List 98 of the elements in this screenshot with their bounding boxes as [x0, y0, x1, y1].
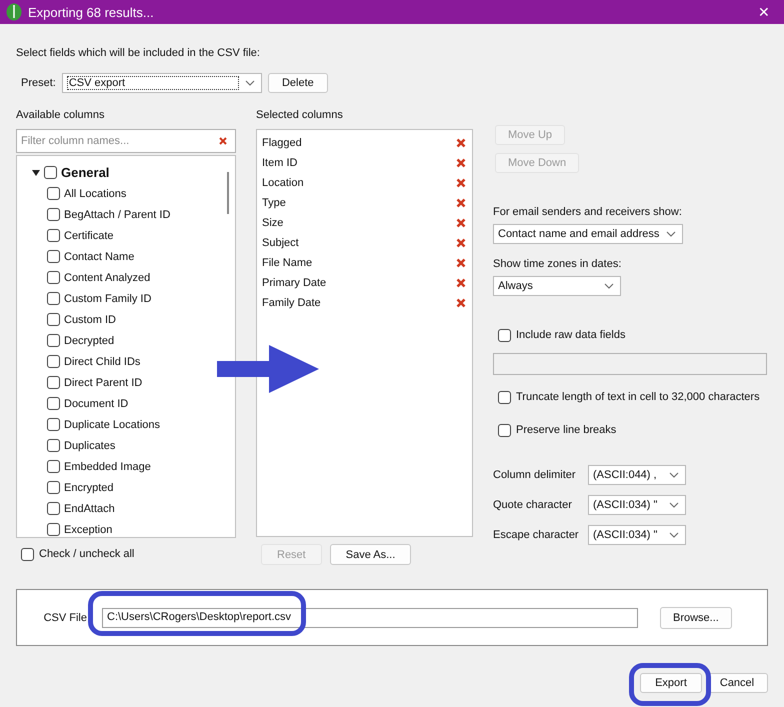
chevron-down-icon: [666, 231, 676, 237]
checkbox[interactable]: [44, 166, 57, 179]
raw-data-label[interactable]: Include raw data fields: [516, 329, 626, 341]
remove-icon[interactable]: [456, 198, 466, 208]
list-item[interactable]: Primary Date: [262, 277, 326, 289]
list-item[interactable]: Size: [262, 217, 284, 229]
checkbox[interactable]: [47, 292, 60, 305]
tree-item-label[interactable]: Direct Parent ID: [64, 376, 142, 388]
remove-icon[interactable]: [456, 258, 466, 268]
checkbox[interactable]: [498, 390, 511, 404]
list-item[interactable]: Family Date: [262, 297, 321, 309]
caret-icon[interactable]: [32, 170, 40, 176]
tree-item-label[interactable]: Direct Child IDs: [64, 356, 140, 368]
checkbox[interactable]: [47, 376, 60, 389]
chevron-down-icon: [669, 472, 679, 478]
tree-item-label[interactable]: All Locations: [64, 188, 126, 200]
tree-item-label[interactable]: Duplicates: [64, 440, 116, 452]
preset-label: Preset:: [21, 77, 56, 89]
checkbox[interactable]: [47, 481, 60, 494]
chevron-down-icon: [669, 502, 679, 508]
instruction-text: Select fields which will be included in the CSV file:: [16, 47, 261, 61]
delimiter-dropdown[interactable]: (ASCII:044) ,: [588, 465, 686, 485]
chevron-down-icon: [244, 80, 255, 86]
checkbox[interactable]: [47, 397, 60, 410]
checkbox[interactable]: [47, 502, 60, 515]
selected-columns-label: Selected columns: [256, 109, 344, 123]
time-zones-dropdown[interactable]: Always: [493, 276, 621, 296]
remove-icon[interactable]: [456, 298, 466, 308]
list-item[interactable]: Location: [262, 177, 304, 189]
chevron-down-icon: [669, 532, 679, 538]
checkbox[interactable]: [47, 439, 60, 452]
tree-item-label[interactable]: Certificate: [64, 230, 114, 242]
chevron-down-icon: [604, 283, 614, 289]
close-button[interactable]: ✕: [750, 4, 778, 20]
clear-icon[interactable]: [219, 137, 227, 145]
checkbox[interactable]: [47, 355, 60, 368]
checkbox[interactable]: [47, 418, 60, 431]
remove-icon[interactable]: [456, 218, 466, 228]
checkbox[interactable]: [47, 208, 60, 221]
tree-item-label[interactable]: EndAttach: [64, 502, 115, 514]
available-columns-label: Available columns: [16, 109, 106, 123]
tree-item-label[interactable]: Embedded Image: [64, 460, 151, 472]
checkbox[interactable]: [21, 548, 34, 560]
delete-button[interactable]: Delete: [268, 73, 328, 93]
arrow-icon: [217, 345, 319, 393]
tree-item-label[interactable]: Exception: [64, 524, 112, 536]
app-icon: [6, 3, 22, 21]
delimiter-label: Quote character: [493, 499, 573, 511]
checkbox[interactable]: [47, 250, 60, 263]
tree-item-label[interactable]: Duplicate Locations: [64, 418, 160, 430]
remove-icon[interactable]: [456, 158, 466, 168]
remove-icon[interactable]: [456, 138, 466, 148]
checkbox[interactable]: [47, 229, 60, 242]
window-title: Exporting 68 results...: [28, 4, 155, 20]
checkbox[interactable]: [47, 523, 60, 536]
checkbox[interactable]: [47, 313, 60, 326]
checkbox[interactable]: [498, 328, 511, 342]
filter-field[interactable]: Filter column names...: [16, 129, 236, 153]
tree-item-label[interactable]: Document ID: [64, 398, 128, 410]
tree-item-label[interactable]: Contact Name: [64, 250, 134, 262]
delimiter-label: Column delimiter: [493, 469, 577, 481]
list-item[interactable]: Item ID: [262, 157, 298, 169]
tree-item-label[interactable]: Custom Family ID: [64, 292, 152, 304]
delimiter-dropdown[interactable]: (ASCII:034) ": [588, 495, 686, 515]
tree-item-label[interactable]: BegAttach / Parent ID: [64, 208, 170, 220]
file-path-field[interactable]: C:\Users\CRogers\Desktop\report.csv: [102, 608, 638, 628]
remove-icon[interactable]: [456, 278, 466, 288]
tree-item-label[interactable]: Content Analyzed: [64, 272, 150, 284]
save-as-button[interactable]: Save As...: [330, 544, 412, 565]
tree-item-label[interactable]: Decrypted: [64, 334, 114, 346]
list-item[interactable]: Subject: [262, 237, 299, 249]
list-item[interactable]: File Name: [262, 257, 312, 269]
list-item[interactable]: Flagged: [262, 137, 302, 149]
email-label: For email senders and receivers show:: [493, 206, 683, 220]
delimiter-label: Escape character: [493, 529, 580, 541]
truncate-label[interactable]: Truncate length of text in cell to 32,000 characters: [516, 391, 760, 403]
email-display-dropdown[interactable]: Contact name and email address: [493, 224, 683, 244]
raw-fields-input[interactable]: [493, 353, 767, 375]
remove-icon[interactable]: [456, 178, 466, 188]
checkbox[interactable]: [47, 334, 60, 347]
scrollbar-thumb[interactable]: [227, 172, 229, 214]
delimiter-dropdown[interactable]: (ASCII:034) ": [588, 525, 686, 545]
remove-icon[interactable]: [456, 238, 466, 248]
line-breaks-label[interactable]: Preserve line breaks: [516, 424, 616, 436]
list-item[interactable]: Type: [262, 197, 286, 209]
preset-dropdown[interactable]: CSV export: [62, 73, 262, 93]
tree-item-label[interactable]: Encrypted: [64, 482, 114, 494]
tree-item-label[interactable]: Custom ID: [64, 314, 116, 326]
checkbox[interactable]: [47, 271, 60, 284]
check-all-label[interactable]: Check / uncheck all: [39, 548, 134, 560]
browse-button[interactable]: Browse...: [660, 606, 732, 628]
checkbox[interactable]: [47, 460, 60, 473]
tree-group-label[interactable]: General: [61, 165, 110, 180]
checkbox[interactable]: [498, 424, 511, 436]
checkbox[interactable]: [47, 187, 60, 200]
csv-file-label: CSV File: [42, 612, 87, 624]
export-button[interactable]: Export: [640, 673, 702, 693]
time-zones-label: Show time zones in dates:: [493, 258, 622, 272]
